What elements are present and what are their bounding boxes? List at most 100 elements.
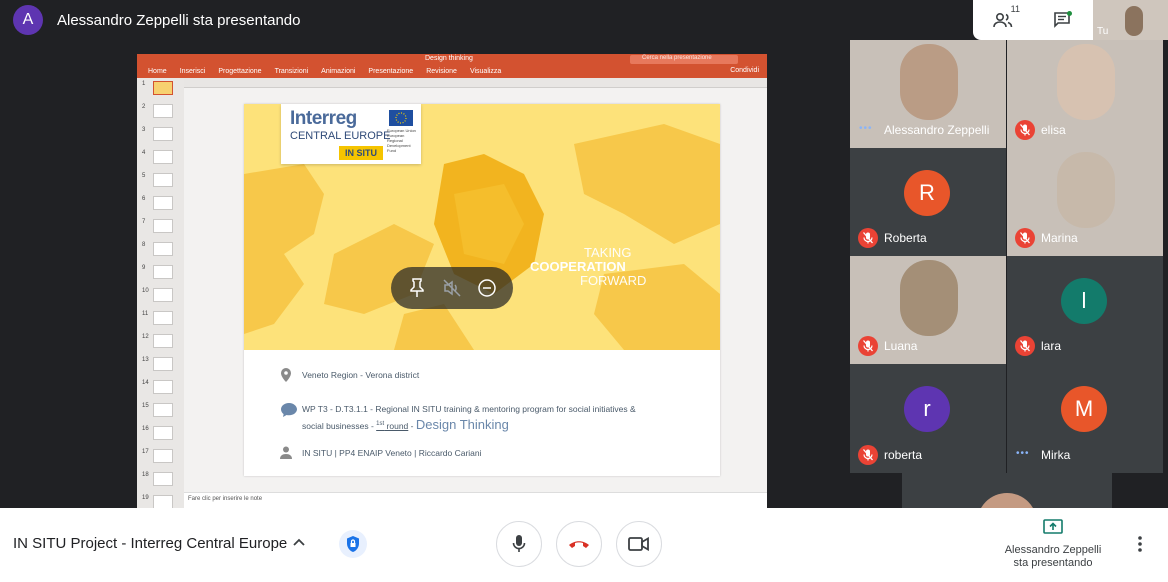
slide-thumbnail[interactable]: 9	[137, 262, 184, 285]
participant-tile[interactable]: Marina	[1007, 148, 1163, 256]
participant-name: Alessandro Zeppelli	[884, 123, 990, 137]
slide-number: 11	[142, 311, 149, 317]
slide-thumbnail[interactable]: 19	[137, 492, 184, 508]
slide-info: Veneto Region - Verona district WP T3 - …	[244, 350, 720, 476]
interreg-logo: Interreg CENTRAL EUROPE IN SITU European…	[281, 104, 421, 164]
slide-thumbnail[interactable]: 11	[137, 308, 184, 331]
speaking-indicator-icon: •••	[1016, 448, 1030, 459]
present-label-1: Alessandro Zeppelli	[1004, 544, 1102, 556]
person-icon	[280, 446, 296, 464]
slide-thumbnail[interactable]: 10	[137, 285, 184, 308]
participant-tile[interactable]: R Roberta	[850, 148, 1006, 256]
participant-video	[1057, 152, 1115, 228]
participant-name: elisa	[1041, 123, 1066, 137]
slide-number: 13	[142, 357, 149, 363]
wp-round-text: round	[384, 421, 409, 431]
participant-video	[1057, 44, 1115, 120]
slide-thumbnail[interactable]: 4	[137, 147, 184, 170]
participant-tile[interactable]: r roberta	[850, 364, 1006, 473]
slide-thumbnail[interactable]: 8	[137, 239, 184, 262]
microphone-button[interactable]	[496, 521, 542, 567]
minus-circle-icon	[478, 279, 497, 297]
present-status-button[interactable]: Alessandro Zeppelli sta presentando	[993, 518, 1113, 570]
slide-thumbnail[interactable]: 14	[137, 377, 184, 400]
slide-thumbnail-image	[153, 81, 173, 95]
slide-thumbnail[interactable]: 12	[137, 331, 184, 354]
participant-tile[interactable]: ••• Alessandro Zeppelli	[850, 40, 1006, 148]
slide-thumbnail[interactable]: 15	[137, 400, 184, 423]
wp-text: WP T3 - D.T3.1.1 - Regional IN SITU trai…	[302, 402, 636, 434]
slide-number: 8	[142, 242, 146, 248]
slide-thumbnail-image	[153, 196, 173, 210]
leave-call-button[interactable]	[556, 521, 602, 567]
ppt-doc-title: Design thinking	[425, 55, 473, 62]
slide-thumbnail-image	[153, 242, 173, 256]
hangup-icon	[569, 541, 589, 548]
mute-presentation-button[interactable]	[440, 276, 464, 300]
tagline-line-2: COOPERATION	[530, 259, 626, 274]
ppt-tab[interactable]: Inserisci	[180, 68, 206, 75]
ppt-share-button[interactable]: Condividi	[730, 67, 759, 74]
self-view[interactable]: Tu	[1093, 0, 1168, 40]
partners-text: IN SITU | PP4 ENAIP Veneto | Riccardo Ca…	[302, 448, 482, 458]
ppt-tab[interactable]: Transizioni	[275, 68, 309, 75]
more-options-button[interactable]	[1130, 532, 1150, 556]
camera-button[interactable]	[616, 521, 662, 567]
slide-thumbnail[interactable]: 5	[137, 170, 184, 193]
ppt-tab[interactable]: Animazioni	[321, 68, 355, 75]
slide-number: 6	[142, 196, 146, 202]
more-vert-icon	[1138, 536, 1142, 552]
chevron-up-icon[interactable]	[292, 536, 306, 555]
ppt-tab[interactable]: Progettazione	[218, 68, 261, 75]
slide-thumbnail-image	[153, 173, 173, 187]
wp-round: 1st round	[376, 421, 408, 431]
location-pin-icon	[280, 368, 296, 387]
participant-tile[interactable]: l lara	[1007, 256, 1163, 364]
participant-tile[interactable]: Luana	[850, 256, 1006, 364]
security-shield-button[interactable]	[339, 530, 367, 558]
ppt-tab[interactable]: Revisione	[426, 68, 457, 75]
participants-button[interactable]: 11	[988, 4, 1020, 32]
wp-round-sup: 1st	[376, 421, 385, 428]
slide-number: 17	[142, 449, 149, 455]
slide-thumbnail[interactable]: 13	[137, 354, 184, 377]
top-right-panel: 11	[973, 0, 1093, 40]
pin-button[interactable]	[405, 276, 429, 300]
slide-number: 7	[142, 219, 146, 225]
ppt-search[interactable]: Cerca nella presentazione	[630, 55, 738, 64]
slide-thumbnail[interactable]: 17	[137, 446, 184, 469]
participant-name: Mirka	[1041, 448, 1071, 462]
slide-number: 19	[142, 495, 149, 501]
ppt-tab[interactable]: Visualizza	[470, 68, 501, 75]
slide-thumbnail[interactable]: 6	[137, 193, 184, 216]
slide-thumbnail[interactable]: 2	[137, 101, 184, 124]
slide-number: 15	[142, 403, 149, 409]
slide-thumbnail-image	[153, 357, 173, 371]
slide-thumbnail[interactable]: 7	[137, 216, 184, 239]
slide-thumbnail[interactable]: 1	[137, 78, 184, 101]
participant-name: lara	[1041, 339, 1062, 353]
slide-thumbnail-image	[153, 426, 173, 440]
participant-avatar: r	[904, 386, 950, 432]
slide-thumbnail[interactable]: 3	[137, 124, 184, 147]
participant-tile[interactable]: elisa	[1007, 40, 1163, 148]
self-face	[1125, 6, 1143, 36]
chat-button[interactable]	[1048, 8, 1078, 32]
slide-number: 2	[142, 104, 146, 110]
slide-number: 3	[142, 127, 146, 133]
meeting-name[interactable]: IN SITU Project - Interreg Central Europ…	[13, 535, 287, 552]
slide-number: 14	[142, 380, 149, 386]
participant-tile[interactable]: M ••• Mirka	[1007, 364, 1163, 473]
slide-thumbnail-image	[153, 265, 173, 279]
notes-pane[interactable]: Fare clic per inserire le note	[184, 492, 767, 508]
slide-thumbnail[interactable]: 18	[137, 469, 184, 492]
slide-thumbnail[interactable]: 16	[137, 423, 184, 446]
slide-thumbnail-image	[153, 380, 173, 394]
volume-off-icon	[443, 279, 461, 297]
participant-name: roberta	[884, 448, 923, 462]
ppt-tab[interactable]: Presentazione	[368, 68, 413, 75]
participant-name: Marina	[1041, 231, 1078, 245]
remove-button[interactable]	[475, 276, 499, 300]
participant-avatar: M	[1061, 386, 1107, 432]
ppt-tab[interactable]: Home	[148, 68, 167, 75]
